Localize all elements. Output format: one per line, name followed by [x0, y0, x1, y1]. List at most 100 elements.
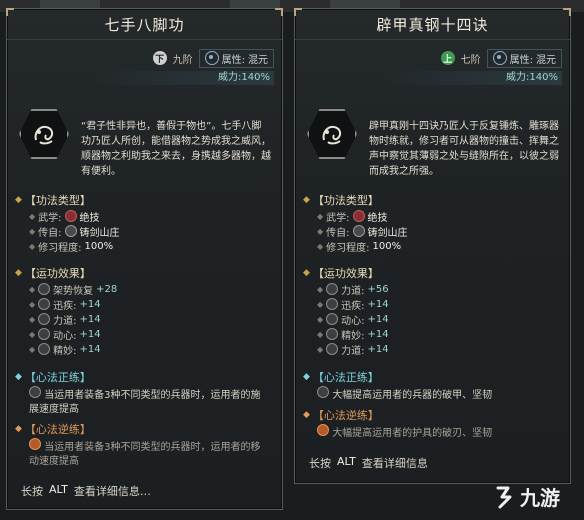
type-section-header: ◆ 【功法类型】 — [303, 192, 379, 208]
skill-tooltip-right: 辟甲真钢十四诀 上 七阶 属性: 混元 威力:140% 辟甲真刚十四诀乃匠人于反… — [294, 8, 571, 484]
reverse-text: 大幅提高运用者的护具的破刃、坚韧 — [332, 428, 493, 439]
skill-art-icon — [307, 109, 357, 159]
type-label: 修习程度: — [326, 242, 370, 254]
section-title: 【运功效果】 — [24, 267, 91, 280]
diamond-icon: ◆ — [15, 372, 22, 382]
effect-row: ◆ 力道: +56 — [317, 282, 389, 297]
stat-icon — [317, 386, 329, 398]
type-section-header: ◆ 【功法类型】 — [15, 192, 91, 208]
effect-value: +14 — [367, 343, 389, 355]
type-row: ◆ 修习程度: 100% — [317, 239, 402, 254]
bullet-icon: ◆ — [29, 314, 36, 324]
type-value: 铸剑山庄 — [367, 227, 408, 239]
bullet-icon: ◆ — [29, 284, 36, 294]
effect-value: +14 — [79, 313, 101, 325]
fist-icon — [64, 210, 77, 222]
bullet-icon: ◆ — [29, 226, 36, 236]
effect-row: ◆ 精妙: +14 — [317, 327, 389, 342]
detail-hint: 长按 ALT 查看详细信息… — [21, 483, 151, 499]
type-row: ◆ 传自: 铸剑山庄 — [29, 224, 120, 239]
type-label: 传自: — [38, 227, 62, 239]
diamond-icon: ◆ — [303, 372, 310, 382]
hint-detail: 查看详细信息 — [361, 457, 428, 470]
stat-icon — [38, 328, 51, 340]
effect-label: 迅疾: — [341, 300, 365, 312]
bullet-icon: ◆ — [317, 226, 324, 236]
bullet-icon: ◆ — [317, 314, 324, 324]
reverse-description: 大幅提高运用者的护具的破刃、坚韧 — [317, 424, 557, 441]
nineyou-logo-icon — [496, 486, 512, 508]
effect-label: 迅疾: — [53, 300, 77, 312]
attribute-label: 属性: — [221, 54, 245, 66]
diamond-icon: ◆ — [303, 268, 310, 278]
forward-description: 当运用者装备3种不同类型的兵器时，运用者的施展速度提高 — [29, 386, 269, 417]
type-label: 武学: — [326, 212, 350, 224]
anchor-icon — [64, 225, 77, 237]
skill-description: “君子性非异也，善假于物也”。七手八脚功乃匠人所创，能借器物之势成我之威风，顺器… — [81, 121, 271, 177]
section-title: 【功法类型】 — [312, 194, 379, 207]
forward-text: 大幅提高运用者的兵器的破甲、坚韧 — [332, 390, 493, 401]
effect-section-header: ◆ 【运功效果】 — [15, 265, 91, 281]
effect-row: ◆ 动心: +14 — [29, 327, 101, 342]
section-title: 【心法正练】 — [312, 371, 379, 384]
type-value: 绝技 — [79, 212, 100, 224]
reverse-section-header: ◆ 【心法逆练】 — [15, 421, 91, 437]
hint-hold: 长按 — [21, 485, 43, 498]
stat-icon — [326, 298, 339, 310]
power-value: 威力:140% — [90, 71, 274, 85]
type-value: 绝技 — [367, 212, 388, 224]
type-value: 100% — [84, 240, 114, 252]
effect-label: 力道: — [341, 285, 365, 297]
effect-label: 动心: — [341, 315, 365, 327]
forward-description: 大幅提高运用者的兵器的破甲、坚韧 — [317, 386, 557, 403]
effect-value: +14 — [79, 298, 101, 310]
type-value: 100% — [372, 240, 402, 252]
reverse-text: 当运用者装备3种不同类型的兵器时，运用者的移动速度提高 — [29, 442, 261, 467]
hint-hold: 长按 — [309, 457, 331, 470]
effect-value: +14 — [367, 328, 389, 340]
watermark-logo: 九游 — [492, 482, 560, 511]
bullet-icon: ◆ — [29, 329, 36, 339]
effect-value: +14 — [367, 313, 389, 325]
attribute-value: 混元 — [536, 54, 556, 66]
skill-rank: 九阶 — [172, 54, 193, 66]
stat-icon — [38, 298, 51, 310]
effect-row: ◆ 迅疾: +14 — [317, 297, 389, 312]
skill-description: 辟甲真刚十四诀乃匠人于反复锤炼、雕琢器物时练就，修习者可从器物的撞击、挥舞之声中… — [369, 121, 559, 177]
forward-text: 当运用者装备3种不同类型的兵器时，运用者的施展速度提高 — [29, 390, 261, 415]
stat-icon — [326, 283, 339, 295]
hint-detail: 查看详细信息… — [73, 485, 151, 498]
effect-value: +14 — [367, 298, 389, 310]
bullet-icon: ◆ — [29, 211, 36, 221]
attribute-badge: 属性: 混元 — [486, 48, 562, 68]
skill-art-icon — [19, 109, 69, 159]
detail-hint: 长按 ALT 查看详细信息 — [309, 455, 428, 471]
bullet-icon: ◆ — [29, 241, 36, 251]
effect-label: 力道: — [53, 315, 77, 327]
diamond-icon: ◆ — [303, 195, 310, 205]
hint-key: ALT — [337, 455, 356, 468]
skill-title: 七手八脚功 — [7, 9, 282, 40]
stat-icon — [326, 343, 339, 355]
section-title: 【运功效果】 — [312, 267, 379, 280]
section-title: 【心法逆练】 — [312, 409, 379, 422]
bullet-icon: ◆ — [317, 211, 324, 221]
bullet-icon: ◆ — [29, 299, 36, 309]
attribute-badge: 属性: 混元 — [198, 48, 274, 68]
bullet-icon: ◆ — [317, 241, 324, 251]
type-label: 修习程度: — [38, 242, 82, 254]
effect-row: ◆ 动心: +14 — [317, 312, 389, 327]
effect-value: +56 — [367, 283, 389, 295]
hint-key: ALT — [49, 483, 68, 496]
effect-row: ◆ 架势恢复 +28 — [29, 282, 117, 297]
section-title: 【心法正练】 — [24, 371, 91, 384]
attribute-icon — [204, 51, 219, 65]
reverse-description: 当运用者装备3种不同类型的兵器时，运用者的移动速度提高 — [29, 438, 269, 469]
type-row: ◆ 传自: 铸剑山庄 — [317, 224, 408, 239]
effect-row: ◆ 精妙: +14 — [29, 342, 101, 357]
attribute-icon — [492, 51, 507, 65]
skill-tooltip-left: 七手八脚功 下 九阶 属性: 混元 威力:140% “君子性非异也，善假于物也”… — [6, 8, 283, 510]
effect-label: 架势恢复 — [53, 285, 94, 297]
forward-section-header: ◆ 【心法正练】 — [303, 369, 379, 385]
stat-icon — [29, 386, 41, 398]
